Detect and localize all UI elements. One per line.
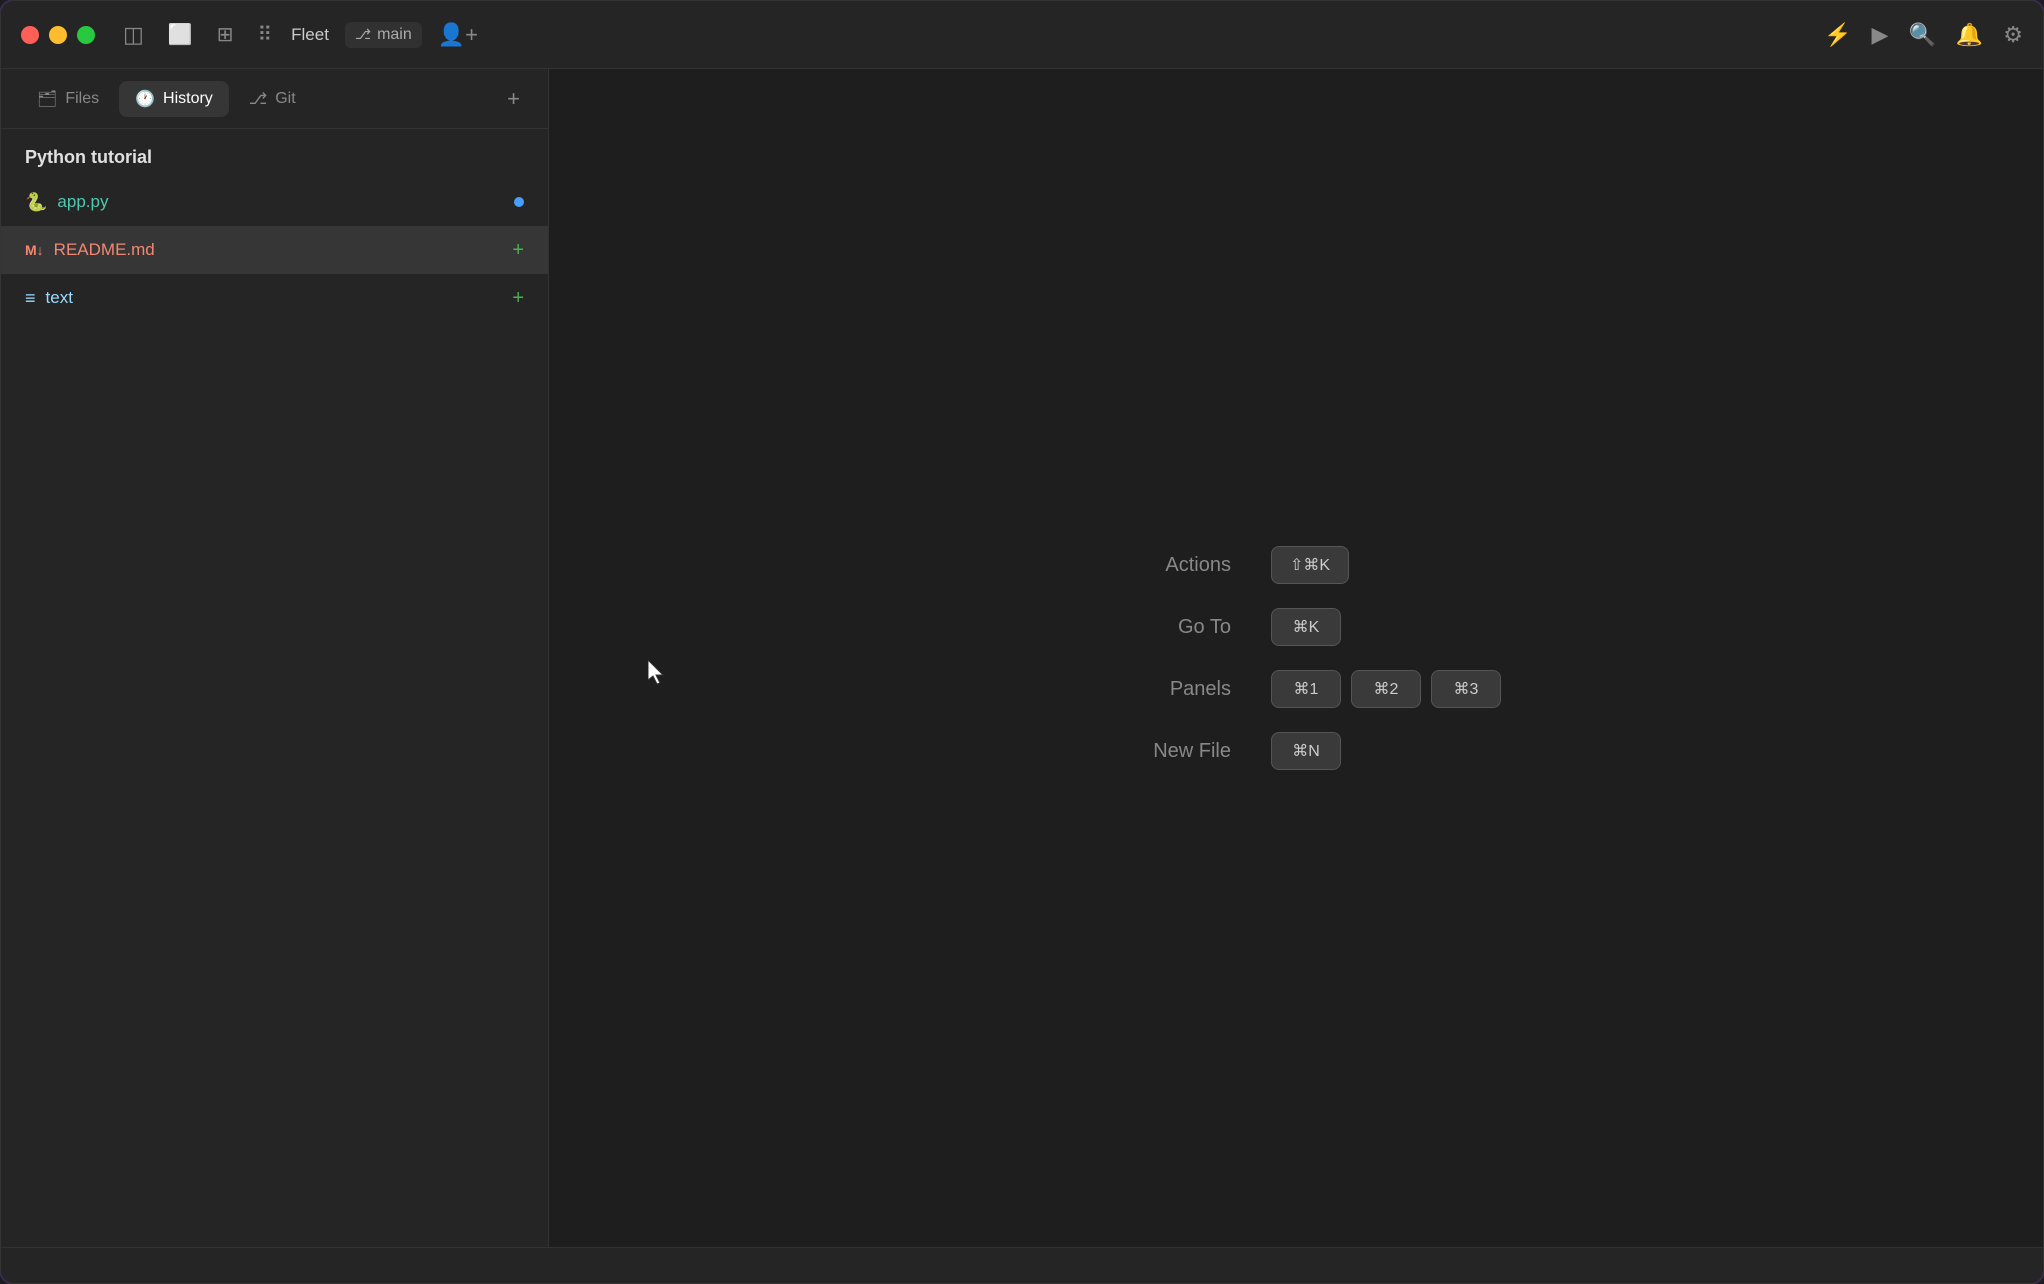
shortcut-keys-newfile: ⌘N: [1271, 732, 1341, 770]
titlebar: ◫ ⬜ ⊞ ⠿ Fleet ⎇ main 👤+ ⚡ ▶ 🔍 🔔 ⚙: [1, 1, 2043, 69]
kbd-actions-symbol: ⇧⌘K: [1290, 555, 1330, 575]
python-file-icon: 🐍: [25, 192, 47, 213]
kbd-panels-3-symbol: ⌘3: [1454, 679, 1479, 699]
shortcut-label-newfile: New File: [1091, 740, 1231, 763]
kbd-panels-3[interactable]: ⌘3: [1431, 670, 1501, 708]
settings-icon[interactable]: ⚙: [2003, 22, 2023, 48]
shortcut-keys-actions: ⇧⌘K: [1271, 546, 1349, 584]
close-button[interactable]: [21, 26, 39, 44]
file-item-text[interactable]: ≡ text +: [1, 274, 548, 322]
kbd-panels-1-symbol: ⌘1: [1294, 679, 1319, 699]
markdown-file-icon: M↓: [25, 242, 44, 258]
maximize-button[interactable]: [77, 26, 95, 44]
shortcut-row-goto: Go To ⌘K: [1091, 608, 1341, 646]
tab-history-label: History: [163, 90, 213, 108]
file-name-text: text: [46, 288, 513, 308]
app-window: ◫ ⬜ ⊞ ⠿ Fleet ⎇ main 👤+ ⚡ ▶ 🔍 🔔 ⚙ 🗂 File…: [0, 0, 2044, 1284]
kbd-goto-symbol: ⌘K: [1293, 617, 1320, 637]
file-item-readme-md[interactable]: M↓ README.md +: [1, 226, 548, 274]
search-icon[interactable]: 🔍: [1908, 22, 1935, 48]
project-title: Python tutorial: [1, 129, 548, 178]
file-name-app-py: app.py: [57, 192, 514, 212]
layout-icon-1[interactable]: ⬜: [164, 18, 197, 51]
layout-icon-2[interactable]: ⊞: [213, 18, 238, 51]
shortcut-row-newfile: New File ⌘N: [1091, 732, 1341, 770]
kbd-newfile[interactable]: ⌘N: [1271, 732, 1341, 770]
sidebar-toggle-icon[interactable]: ◫: [119, 18, 148, 52]
files-icon: 🗂: [37, 89, 57, 109]
file-list: 🐍 app.py M↓ README.md + ≡ text +: [1, 178, 548, 322]
traffic-lights: [21, 26, 95, 44]
lightning-icon[interactable]: ⚡: [1824, 22, 1851, 48]
tab-git[interactable]: ⎇ Git: [233, 81, 312, 117]
file-name-readme-md: README.md: [54, 240, 513, 260]
sidebar-tabs: 🗂 Files 🕐 History ⎇ Git +: [1, 69, 548, 129]
shortcut-label-actions: Actions: [1091, 554, 1231, 577]
file-add-icon-readme: +: [512, 239, 524, 262]
branch-selector[interactable]: ⎇ main: [345, 22, 422, 48]
sidebar-add-button[interactable]: +: [499, 82, 528, 116]
titlebar-right-actions: ⚡ ▶ 🔍 🔔 ⚙: [1824, 22, 2023, 48]
main-content: 🗂 Files 🕐 History ⎇ Git + Python tutoria…: [1, 69, 2043, 1247]
app-name: Fleet: [291, 25, 329, 45]
right-panel: Actions ⇧⌘K Go To ⌘K: [549, 69, 2043, 1247]
shortcut-label-goto: Go To: [1091, 616, 1231, 639]
tab-files-label: Files: [65, 90, 99, 108]
history-icon: 🕐: [135, 89, 155, 109]
sidebar: 🗂 Files 🕐 History ⎇ Git + Python tutoria…: [1, 69, 549, 1247]
statusbar: [1, 1247, 2043, 1283]
minimize-button[interactable]: [49, 26, 67, 44]
tab-history[interactable]: 🕐 History: [119, 81, 229, 117]
shortcut-keys-panels: ⌘1 ⌘2 ⌘3: [1271, 670, 1501, 708]
tab-files[interactable]: 🗂 Files: [21, 81, 115, 117]
kbd-goto[interactable]: ⌘K: [1271, 608, 1341, 646]
kbd-panels-2-symbol: ⌘2: [1374, 679, 1399, 699]
shortcut-keys-goto: ⌘K: [1271, 608, 1341, 646]
kbd-panels-1[interactable]: ⌘1: [1271, 670, 1341, 708]
shortcuts-panel: Actions ⇧⌘K Go To ⌘K: [1091, 546, 1501, 770]
bell-icon[interactable]: 🔔: [1956, 22, 1983, 48]
file-modified-badge: [514, 197, 524, 207]
kbd-panels-2[interactable]: ⌘2: [1351, 670, 1421, 708]
tab-git-label: Git: [275, 90, 295, 108]
branch-icon: ⎇: [355, 26, 371, 43]
kbd-actions[interactable]: ⇧⌘K: [1271, 546, 1349, 584]
shortcut-row-actions: Actions ⇧⌘K: [1091, 546, 1349, 584]
file-add-icon-text: +: [512, 287, 524, 310]
kbd-newfile-symbol: ⌘N: [1292, 741, 1320, 761]
user-add-icon[interactable]: 👤+: [438, 22, 478, 48]
branch-name: main: [377, 26, 412, 44]
shortcut-row-panels: Panels ⌘1 ⌘2 ⌘3: [1091, 670, 1501, 708]
text-file-icon: ≡: [25, 288, 36, 309]
grid-icon[interactable]: ⠿: [253, 18, 275, 51]
git-icon: ⎇: [249, 89, 267, 109]
file-item-app-py[interactable]: 🐍 app.py: [1, 178, 548, 226]
play-icon[interactable]: ▶: [1872, 22, 1889, 48]
shortcut-label-panels: Panels: [1091, 678, 1231, 701]
